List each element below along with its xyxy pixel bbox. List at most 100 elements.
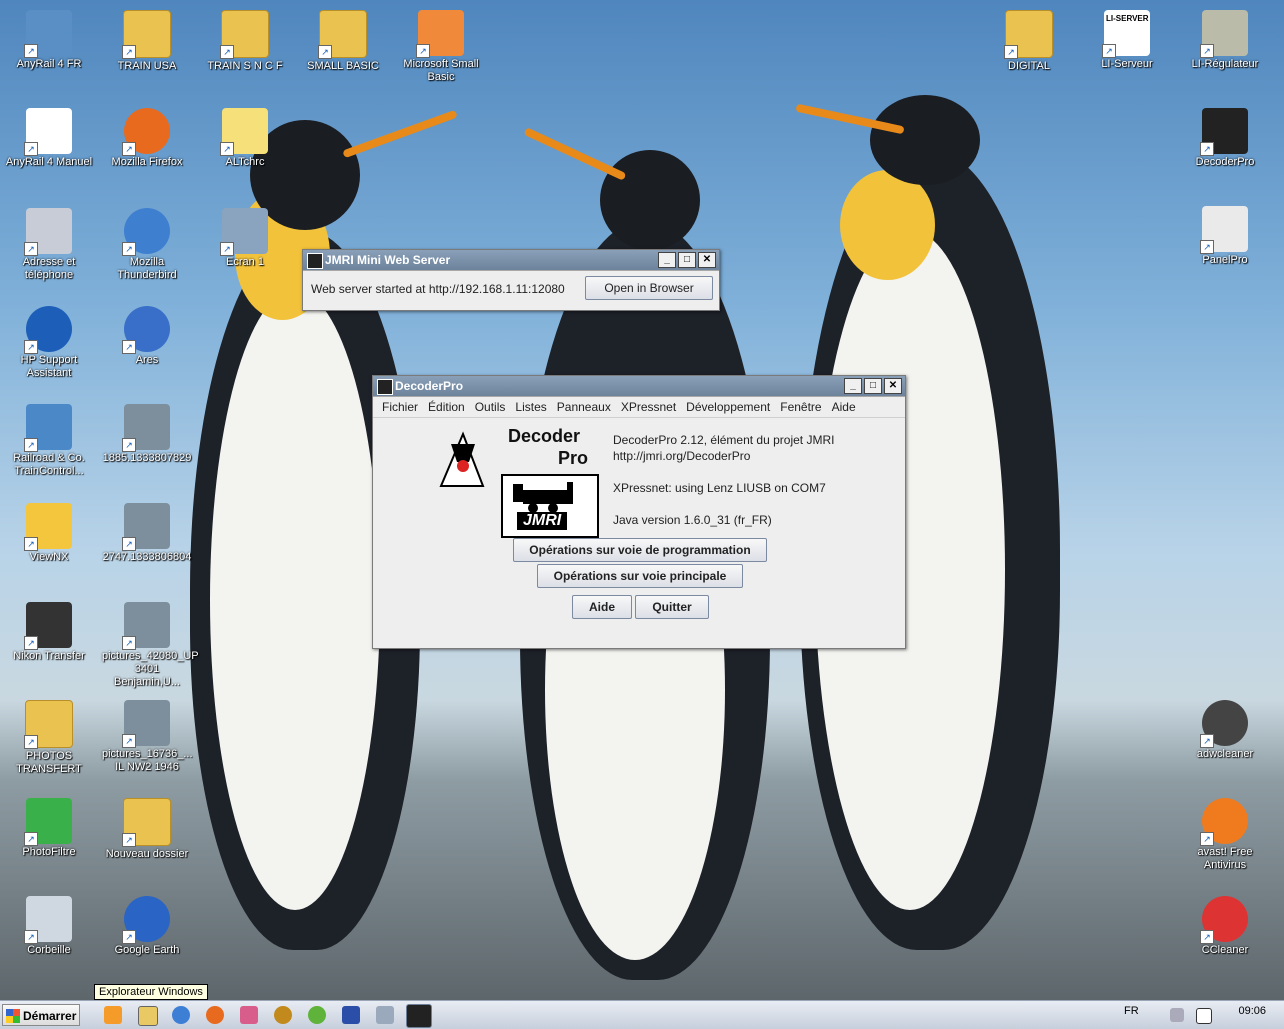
shortcut-arrow-icon: ↗	[318, 45, 332, 59]
desktop-icon-left-13[interactable]: ↗ Railroad & Co. TrainControl...	[4, 404, 94, 478]
explorer-icon[interactable]	[138, 1006, 158, 1026]
start-label: Démarrer	[23, 1009, 77, 1023]
desktop-icon-left-17[interactable]: ↗ Nikon Transfer	[4, 602, 94, 663]
help-button[interactable]: Aide	[572, 595, 632, 619]
desktop-icon-left-8[interactable]: ↗ Adresse et téléphone	[4, 208, 94, 282]
pdf-icon: ↗	[24, 108, 72, 156]
desktop-icon-left-12[interactable]: ↗ Ares	[102, 306, 192, 367]
desktop-icon-label: PhotoFiltre	[22, 846, 76, 858]
thunderbird-icon: ↗	[122, 208, 170, 256]
word-icon[interactable]	[342, 1006, 360, 1024]
java-version-text: Java version 1.6.0_31 (fr_FR)	[613, 513, 772, 527]
desktop-icon-left-14[interactable]: ↗ 1885.1333807829	[102, 404, 192, 465]
menu-item-0[interactable]: Fichier	[377, 397, 423, 417]
desktop-icon-right-5[interactable]: ↗ adwcleaner	[1180, 700, 1270, 761]
desktop-icon-right-6[interactable]: ↗ avast! Free Antivirus	[1180, 798, 1270, 872]
green-app-icon[interactable]	[308, 1006, 326, 1024]
menu-item-3[interactable]: Listes	[510, 397, 551, 417]
jmri-app-icon	[377, 379, 393, 395]
menu-item-4[interactable]: Panneaux	[552, 397, 616, 417]
app-icon-gray[interactable]	[376, 1006, 394, 1024]
shortcut-arrow-icon: ↗	[122, 340, 136, 354]
desktop-icon-label: CCleaner	[1201, 944, 1249, 956]
desktop-icon-label: ViewNX	[29, 551, 69, 563]
close-button[interactable]: ✕	[698, 252, 716, 268]
desktop-icon-right-3[interactable]: ↗ DecoderPro	[1180, 108, 1270, 169]
quit-button[interactable]: Quitter	[635, 595, 709, 619]
desktop-icon-left-1[interactable]: ↗ TRAIN USA	[102, 10, 192, 73]
desktop-icon-left-7[interactable]: ↗ ALTchrc	[200, 108, 290, 169]
clock[interactable]: 09:06	[1238, 1005, 1266, 1017]
menu-item-7[interactable]: Fenêtre	[775, 397, 826, 417]
desktop-icon-label: Mozilla Firefox	[111, 156, 183, 168]
jmri-taskbar-icon[interactable]	[406, 1004, 432, 1028]
start-button[interactable]: Démarrer	[2, 1004, 80, 1026]
media-player-icon[interactable]	[104, 1006, 122, 1024]
minimize-button[interactable]: _	[658, 252, 676, 268]
tray-network-icon[interactable]	[1170, 1008, 1184, 1022]
desktop-icon-left-5[interactable]: ↗ AnyRail 4 Manuel	[4, 108, 94, 169]
desktop-icon-left-4[interactable]: ↗ Microsoft Small Basic	[396, 10, 486, 84]
desktop-icon-left-15[interactable]: ↗ ViewNX	[4, 503, 94, 564]
connection-text: XPressnet: using Lenz LIUSB on COM7	[613, 481, 826, 495]
desktop-icon-label: AnyRail 4 FR	[16, 58, 82, 70]
open-in-browser-button[interactable]: Open in Browser	[585, 276, 713, 300]
main-track-button[interactable]: Opérations sur voie principale	[537, 564, 743, 588]
menu-item-5[interactable]: XPressnet	[616, 397, 681, 417]
language-indicator[interactable]: FR	[1124, 1005, 1139, 1017]
desktop-icon-left-6[interactable]: ↗ Mozilla Firefox	[102, 108, 192, 169]
desktop-icon-right-1[interactable]: LI-SERVER ↗ LI-Serveur	[1082, 10, 1172, 71]
desktop-icon-left-0[interactable]: ↗ AnyRail 4 FR	[4, 10, 94, 71]
photo-icon: ↗	[122, 700, 170, 748]
shortcut-arrow-icon: ↗	[122, 833, 136, 847]
shortcut-arrow-icon: ↗	[122, 438, 136, 452]
image-icon: ↗	[220, 208, 268, 256]
menu-item-8[interactable]: Aide	[827, 397, 861, 417]
adwcleaner-icon: ↗	[1200, 700, 1248, 748]
desktop-icon-right-2[interactable]: ↗ LI-Régulateur	[1180, 10, 1270, 71]
close-button[interactable]: ✕	[884, 378, 902, 394]
desktop-icon-label: 1885.1333807829	[102, 452, 192, 464]
desktop-icon-label: Corbeille	[27, 944, 71, 956]
desktop-icon-label: Nouveau dossier	[105, 848, 189, 860]
desktop-icon-left-3[interactable]: ↗ SMALL BASIC	[298, 10, 388, 73]
desktop-icon-label: LI-Serveur	[1101, 58, 1153, 70]
desktop-icon-left-11[interactable]: ↗ HP Support Assistant	[4, 306, 94, 380]
menu-item-1[interactable]: Édition	[423, 397, 470, 417]
nikon-icon: ↗	[24, 602, 72, 650]
menu-item-2[interactable]: Outils	[470, 397, 511, 417]
desktop-icon-right-7[interactable]: ↗ CCleaner	[1180, 896, 1270, 957]
shortcut-arrow-icon: ↗	[416, 44, 430, 58]
headset-icon[interactable]	[274, 1006, 292, 1024]
minimize-button[interactable]: _	[844, 378, 862, 394]
desktop-icon-label: SMALL BASIC	[307, 60, 379, 72]
desktop-icon-left-10[interactable]: ↗ Ecran 1	[200, 208, 290, 269]
shortcut-arrow-icon: ↗	[24, 930, 38, 944]
desktop-icon-right-4[interactable]: ↗ PanelPro	[1180, 206, 1270, 267]
webserver-titlebar[interactable]: JMRI Mini Web Server _ □ ✕	[303, 250, 719, 271]
desktop-icon-right-0[interactable]: ↗ DIGITAL	[984, 10, 1074, 73]
desktop-icon-left-2[interactable]: ↗ TRAIN S N C F	[200, 10, 290, 73]
shortcut-arrow-icon: ↗	[24, 340, 38, 354]
programming-track-button[interactable]: Opérations sur voie de programmation	[513, 538, 767, 562]
menu-item-6[interactable]: Développement	[681, 397, 775, 417]
ie-icon[interactable]	[172, 1006, 190, 1024]
tray-flag-icon[interactable]	[1196, 1008, 1212, 1024]
desktop-icon-left-23[interactable]: ↗ Corbeille	[4, 896, 94, 957]
decoderpro-titlebar[interactable]: DecoderPro _ □ ✕	[373, 376, 905, 397]
desktop-icon-left-21[interactable]: ↗ PhotoFiltre	[4, 798, 94, 859]
desktop-icon-left-24[interactable]: ↗ Google Earth	[102, 896, 192, 957]
desktop-icon-left-19[interactable]: ↗ PHOTOS TRANSFERT	[4, 700, 94, 776]
regulator-icon: ↗	[1200, 10, 1248, 58]
maximize-button[interactable]: □	[864, 378, 882, 394]
desktop-icon-left-9[interactable]: ↗ Mozilla Thunderbird	[102, 208, 192, 282]
firefox-icon[interactable]	[206, 1006, 224, 1024]
app-icon-pink[interactable]	[240, 1006, 258, 1024]
desktop-icon-left-18[interactable]: ↗ pictures_42080_UP 3401 Benjamin,U...	[102, 602, 199, 689]
maximize-button[interactable]: □	[678, 252, 696, 268]
photo-icon: ↗	[122, 404, 170, 452]
desktop-icon-left-20[interactable]: ↗ pictures_16736_... IL NW2 1946	[102, 700, 193, 774]
desktop-icon-left-22[interactable]: ↗ Nouveau dossier	[102, 798, 192, 861]
url-text: http://jmri.org/DecoderPro	[613, 449, 751, 463]
desktop-icon-left-16[interactable]: ↗ 2747.1333806804	[102, 503, 192, 564]
